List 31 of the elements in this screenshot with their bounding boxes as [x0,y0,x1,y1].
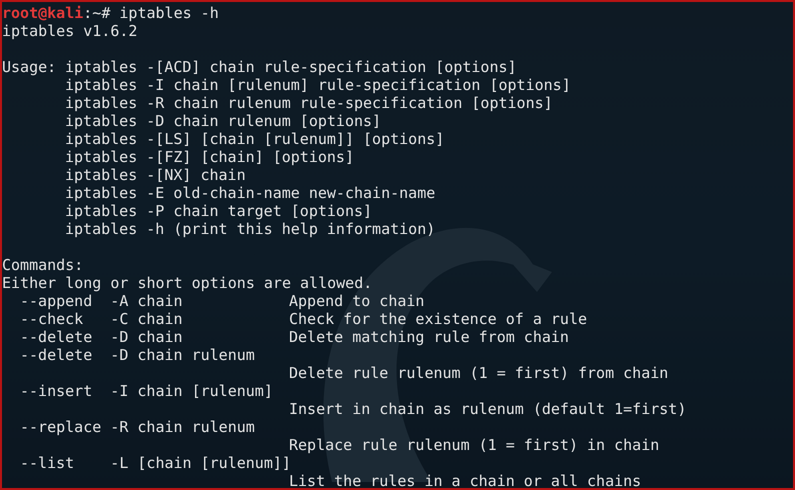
option-description: Append to chain [289,292,424,310]
usage-line: iptables -E old-chain-name new-chain-name [65,184,436,202]
commands-heading: Commands: [2,256,84,274]
usage-label: Usage: [2,58,56,76]
option-description: Insert in chain as rulenum (default 1=first) [289,400,686,418]
option-description: Delete matching rule from chain [289,328,569,346]
option-description: Delete rule rulenum (1 = first) from chain [289,364,668,382]
usage-line: iptables -h (print this help information) [65,220,436,238]
option-text: --check -C chain [20,310,183,328]
prompt-path: :~# [83,4,110,22]
command-text: iptables -h [119,4,219,22]
usage-line: iptables -D chain rulenum [options] [65,112,382,130]
option-text: --list -L [chain [rulenum]] [20,454,291,472]
commands-note: Either long or short options are allowed. [2,274,372,292]
prompt-user-host: root@kali [2,4,84,22]
usage-line: iptables -[FZ] [chain] [options] [65,148,354,166]
usage-line: iptables -[ACD] chain rule-specification [options] [65,58,517,76]
option-text: --delete -D chain rulenum [20,346,255,364]
usage-line: iptables -R chain rulenum rule-specification [options] [65,94,553,112]
option-description: Check for the existence of a rule [289,310,588,328]
option-text: --replace -R chain rulenum [20,418,255,436]
usage-line: iptables -[LS] [chain [rulenum]] [options] [65,130,444,148]
usage-line: iptables -P chain target [options] [65,202,372,220]
usage-line: iptables -[NX] chain [65,166,246,184]
option-description: Replace rule rulenum (1 = first) in chain [289,436,660,454]
usage-line: iptables -I chain [rulenum] rule-specification [options] [65,76,571,94]
option-text: --append -A chain [20,292,183,310]
version-text: iptables v1.6.2 [2,22,138,40]
option-text: --insert -I chain [rulenum] [20,382,273,400]
option-description: List the rules in a chain or all chains [289,472,642,488]
option-text: --delete -D chain [20,328,183,346]
